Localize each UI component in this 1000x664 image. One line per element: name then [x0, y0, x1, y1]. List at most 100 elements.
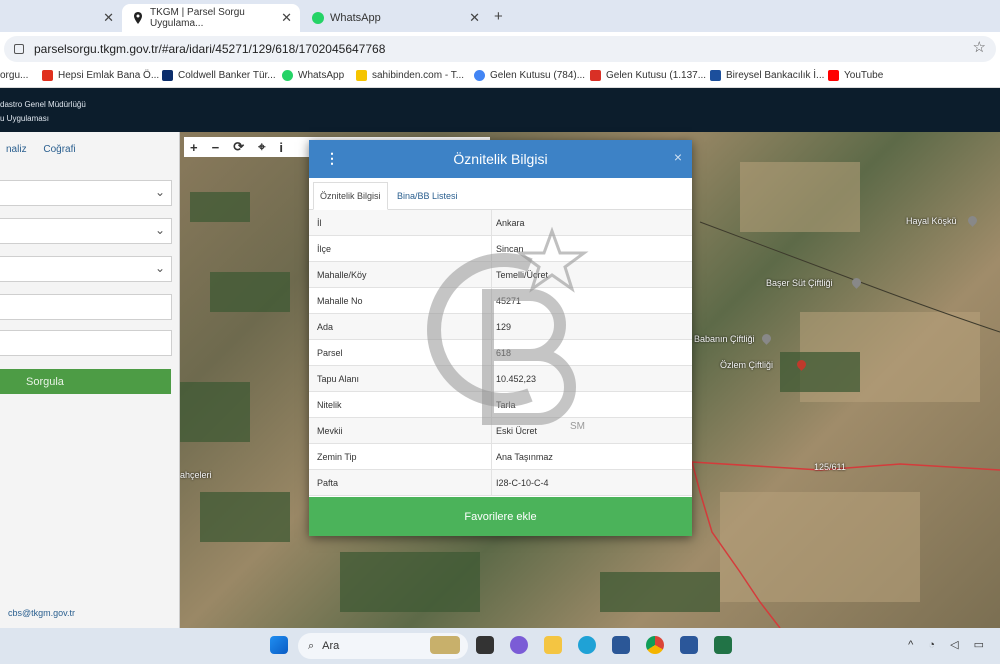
table-row: Nitelik Tarla: [309, 392, 692, 418]
bank-icon: [710, 70, 721, 81]
table-row: Parsel 618: [309, 340, 692, 366]
row-value: Tarla: [496, 400, 516, 410]
whatsapp-icon: [312, 12, 324, 24]
tab-analiz[interactable]: naliz: [6, 144, 27, 155]
row-key: Mevkii: [309, 418, 492, 443]
store-icon[interactable]: [612, 636, 630, 654]
row-key: Parsel: [309, 340, 492, 365]
table-row: Pafta I28-C-10-C-4: [309, 470, 692, 496]
map-pin-icon: [132, 12, 144, 24]
bookmark-item[interactable]: WhatsApp: [282, 70, 344, 81]
attribute-table: İl Ankara İlçe Sincan Mahalle/Köy Temelli/Ü…: [309, 210, 692, 496]
attribute-info-dialog: ⋮ Öznitelik Bilgisi × Öznitelik Bilgisi …: [309, 140, 692, 536]
browser-tab-tkgm[interactable]: TKGM | Parsel Sorgu Uygulama... ✕: [122, 4, 300, 32]
row-key: İl: [309, 210, 492, 235]
zoom-in-button[interactable]: +: [190, 140, 198, 155]
tab-bina-listesi[interactable]: Bina/BB Listesi: [391, 182, 464, 210]
word-icon[interactable]: [680, 636, 698, 654]
search-placeholder: Ara: [322, 640, 340, 652]
map-label: Başer Süt Çiftliği: [766, 278, 833, 288]
row-value: Eski Ücret: [496, 426, 538, 436]
bookmark-label: Gelen Kutusu (784)...: [490, 70, 586, 81]
chrome-icon[interactable]: [646, 636, 664, 654]
system-tray[interactable]: ^ ◔ ◁ ▭: [908, 638, 990, 651]
add-to-favorites-button[interactable]: Favorilere ekle: [309, 497, 692, 536]
bookmark-item[interactable]: YouTube: [828, 70, 883, 81]
sidebar-tabs: naliz Coğrafi: [6, 144, 90, 155]
bookmark-item[interactable]: Gelen Kutusu (784)...: [474, 70, 585, 81]
chevron-down-icon: ⌄: [154, 261, 165, 275]
table-row: İlçe Sincan: [309, 236, 692, 262]
map-label: ahçeleri: [180, 470, 212, 480]
search-icon: ⌕: [308, 639, 315, 652]
whatsapp-icon: [282, 70, 293, 81]
tab-cografi[interactable]: Coğrafi: [43, 144, 75, 155]
map-label: Özlem Çiftliği: [720, 360, 774, 370]
bookmark-label: Hepsi Emlak Bana Ö...: [58, 70, 160, 81]
ada-input[interactable]: [0, 294, 172, 320]
close-tab-icon[interactable]: ✕: [281, 10, 292, 26]
row-value: I28-C-10-C-4: [496, 478, 549, 488]
close-tab-icon[interactable]: ✕: [469, 10, 480, 26]
new-tab-button[interactable]: +: [494, 8, 503, 25]
chat-icon[interactable]: [510, 636, 528, 654]
edge-icon[interactable]: [578, 636, 596, 654]
bookmark-label: Coldwell Banker Tür...: [178, 70, 276, 81]
gmail-icon: [590, 70, 601, 81]
url-input[interactable]: parselsorgu.tkgm.gov.tr/#ara/idari/45271…: [4, 36, 996, 62]
row-key: Nitelik: [309, 392, 492, 417]
refresh-icon[interactable]: ⟳: [233, 139, 244, 155]
info-icon[interactable]: i: [279, 140, 283, 155]
row-value: 10.452,23: [496, 374, 537, 384]
file-explorer-icon[interactable]: [544, 636, 562, 654]
tab-oznitelik[interactable]: Öznitelik Bilgisi: [313, 182, 388, 210]
coldwell-banker-icon: [162, 70, 173, 81]
youtube-icon: [828, 70, 839, 81]
bookmark-item[interactable]: Bireysel Bankacılık İ...: [710, 70, 824, 81]
url-text: parselsorgu.tkgm.gov.tr/#ara/idari/45271…: [34, 42, 386, 56]
table-row: Mahalle/Köy Temelli/Ücret: [309, 262, 692, 288]
excel-icon[interactable]: [714, 636, 732, 654]
chevron-down-icon: ⌄: [154, 185, 165, 199]
tab-label: WhatsApp: [330, 12, 381, 24]
row-value: 45271: [496, 296, 522, 306]
row-key: Zemin Tip: [309, 444, 492, 469]
dialog-header: ⋮ Öznitelik Bilgisi ×: [309, 140, 692, 178]
map-label: 125/611: [814, 462, 846, 472]
sahibinden-icon: [356, 70, 367, 81]
row-key: Mahalle/Köy: [309, 262, 492, 287]
sorgula-button[interactable]: Sorgula: [0, 369, 171, 394]
row-key: Tapu Alanı: [309, 366, 492, 391]
bookmark-label: sahibinden.com - T...: [372, 70, 465, 81]
browser-tab-1[interactable]: ✕: [0, 4, 122, 32]
browser-tab-bar: ✕ TKGM | Parsel Sorgu Uygulama... ✕ What…: [0, 0, 1000, 32]
start-icon[interactable]: [270, 636, 288, 654]
kebab-menu-icon[interactable]: ⋮: [325, 150, 339, 167]
zoom-out-button[interactable]: −: [212, 140, 220, 155]
select-mahalle[interactable]: ⌄: [0, 256, 172, 282]
app-header: dastro Genel Müdürlüğü u Uygulaması: [0, 88, 1000, 132]
windows-taskbar: ⌕ Ara ^ ◔ ◁ ▭: [0, 628, 1000, 664]
table-row: Mahalle No 45271: [309, 288, 692, 314]
bookmark-item[interactable]: sahibinden.com - T...: [356, 70, 464, 81]
close-tab-icon[interactable]: ✕: [103, 10, 114, 26]
bookmark-star-icon[interactable]: ☆: [973, 38, 986, 56]
dialog-tabs: Öznitelik Bilgisi Bina/BB Listesi: [309, 178, 692, 210]
contact-email-link[interactable]: cbs@tkgm.gov.tr: [8, 608, 75, 618]
bookmark-item[interactable]: Gelen Kutusu (1.137...: [590, 70, 706, 81]
browser-tab-whatsapp[interactable]: WhatsApp ✕: [302, 4, 488, 32]
locate-icon[interactable]: ⌖: [258, 139, 265, 155]
bookmark-item[interactable]: orgu...: [0, 70, 28, 81]
map-label: Hayal Köşkü: [906, 216, 957, 226]
task-view-icon[interactable]: [476, 636, 494, 654]
row-value: Temelli/Ücret: [496, 270, 549, 280]
table-row: Ada 129: [309, 314, 692, 340]
bookmark-label: WhatsApp: [298, 70, 345, 81]
select-il[interactable]: ⌄: [0, 180, 172, 206]
bookmark-item[interactable]: Hepsi Emlak Bana Ö...: [42, 70, 159, 81]
close-icon[interactable]: ×: [674, 149, 682, 165]
select-ilce[interactable]: ⌄: [0, 218, 172, 244]
site-settings-icon[interactable]: [14, 44, 24, 54]
parsel-input[interactable]: [0, 330, 172, 356]
bookmark-item[interactable]: Coldwell Banker Tür...: [162, 70, 276, 81]
